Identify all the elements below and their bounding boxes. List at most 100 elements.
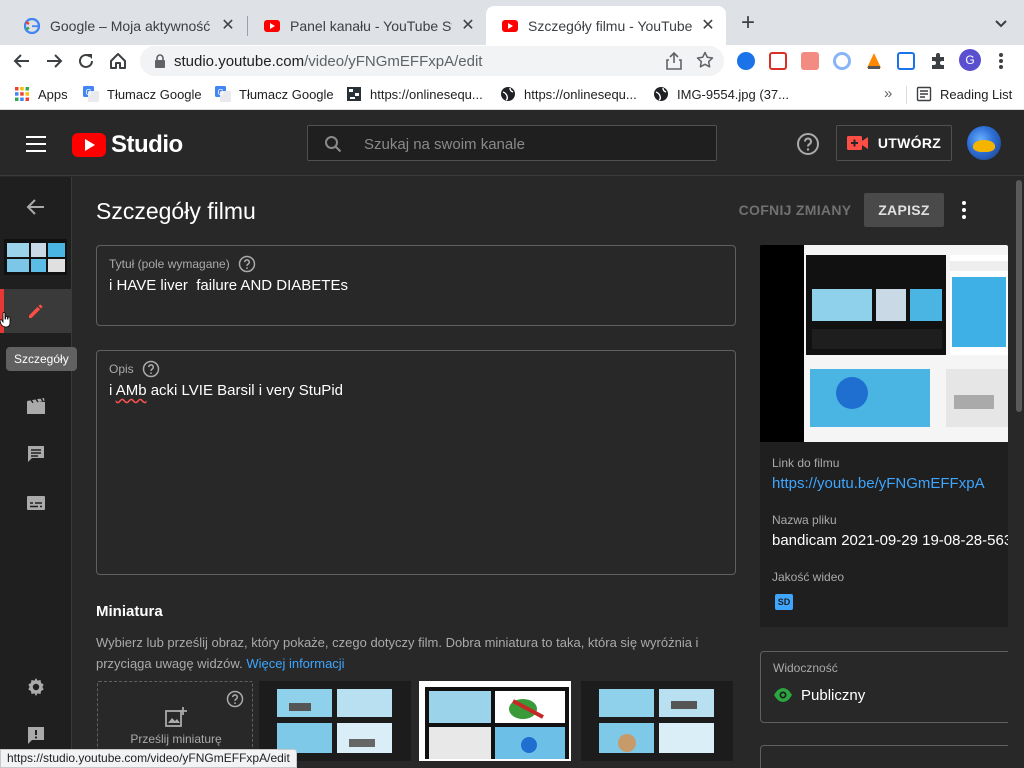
svg-text:G: G (86, 88, 92, 97)
close-tab-icon[interactable]: ✕ (460, 17, 476, 34)
svg-text:G: G (218, 88, 224, 97)
bookmark-translate-2[interactable]: G Tłumacz Google (215, 86, 334, 102)
help-icon[interactable] (238, 255, 256, 273)
hamburger-menu-icon[interactable] (24, 133, 48, 155)
thumbnail-option[interactable] (581, 681, 733, 761)
next-settings-card[interactable] (760, 745, 1008, 768)
scrollbar-thumb[interactable] (1016, 180, 1022, 412)
extension-globe-icon[interactable] (737, 52, 755, 70)
tab-title: Google – Moja aktywność (50, 17, 211, 34)
learn-more-link[interactable]: Więcej informacji (246, 656, 344, 671)
more-vert-icon[interactable] (996, 51, 1006, 71)
more-vert-icon[interactable] (952, 198, 976, 222)
close-tab-icon[interactable]: ✕ (700, 17, 716, 34)
channel-avatar[interactable] (967, 126, 1001, 160)
film-clapper-icon (27, 397, 45, 414)
youtube-icon (264, 19, 280, 32)
video-player[interactable] (760, 245, 1008, 442)
video-thumbnail-mini[interactable] (4, 239, 67, 275)
profile-avatar[interactable]: G (959, 49, 981, 71)
reload-button[interactable] (74, 49, 98, 73)
browser-tab-strip: Google – Moja aktywność ✕ Panel kanału -… (0, 0, 1024, 45)
save-button[interactable]: ZAPISZ (864, 193, 944, 227)
bookmark-onlinesequencer-2[interactable]: https://onlinesequ... (500, 86, 637, 102)
search-input[interactable] (364, 134, 704, 154)
sidebar-item-subtitles[interactable] (0, 481, 72, 525)
sd-quality-badge: SD (775, 594, 793, 610)
google-translate-icon: G (83, 86, 99, 102)
title-field[interactable]: Tytuł (pole wymagane) i HAVE liver failu… (96, 245, 736, 326)
browser-tab-channel-dashboard[interactable]: Panel kanału - YouTube Studio ✕ (248, 6, 486, 45)
visibility-value: Publiczny (801, 687, 866, 704)
address-bar[interactable]: studio.youtube.com/video/yFNGmEFFxpA/edi… (140, 46, 724, 76)
page-scrollbar[interactable] (1014, 177, 1024, 768)
back-button[interactable] (10, 49, 34, 73)
bookmark-translate-1[interactable]: G Tłumacz Google (83, 86, 202, 102)
bookmark-apps[interactable]: Apps (14, 86, 68, 102)
help-icon[interactable] (796, 132, 820, 156)
extension-vlc-icon[interactable] (865, 52, 883, 70)
desc-text-part: acki LVIE Barsil i very StuPid (146, 382, 343, 399)
sidebar-item-settings[interactable] (0, 665, 72, 709)
help-icon[interactable] (226, 690, 244, 708)
extension-circle-icon[interactable] (833, 52, 851, 70)
chevron-down-icon[interactable] (990, 14, 1012, 34)
logo-text: Studio (111, 131, 183, 158)
new-tab-button[interactable]: + (736, 11, 760, 36)
lock-icon[interactable] (154, 54, 166, 68)
visibility-card[interactable]: Widoczność Publiczny (760, 651, 1008, 723)
left-sidebar (0, 177, 72, 768)
home-icon (110, 53, 126, 69)
video-link[interactable]: https://youtu.be/yFNGmEFFxpA (772, 475, 985, 492)
video-preview-card: Link do filmu https://youtu.be/yFNGmEFFx… (760, 245, 1008, 627)
reading-list-icon (916, 86, 932, 102)
share-icon[interactable] (666, 52, 682, 70)
forward-button[interactable] (42, 49, 66, 73)
browser-tab-video-details[interactable]: Szczegóły filmu - YouTube Studio ✕ (486, 6, 726, 45)
sidebar-item-editor[interactable] (0, 384, 72, 428)
reading-list-button[interactable]: Reading List (916, 86, 1012, 102)
video-quality-label: Jakość wideo (772, 570, 845, 584)
subtitles-icon (27, 496, 45, 510)
globe-icon (654, 87, 668, 101)
extension-screenshot-icon[interactable] (769, 52, 787, 70)
extension-cast-icon[interactable] (897, 52, 915, 70)
puzzle-icon[interactable] (929, 52, 947, 70)
reading-list-label: Reading List (940, 86, 1013, 102)
title-value[interactable]: i HAVE liver failure AND DIABETEs (109, 277, 348, 294)
pencil-icon (29, 304, 43, 318)
description-label-text: Opis (109, 362, 134, 376)
video-frame-mini-icon (4, 239, 67, 275)
thumbnail-section-title: Miniatura (96, 603, 163, 620)
home-button[interactable] (106, 49, 130, 73)
description-field[interactable]: Opis i AMb acki LVIE Barsil i very StuPi… (96, 350, 736, 575)
google-icon (24, 17, 40, 34)
undo-changes-button[interactable]: COFNIJ ZMIANY (734, 193, 856, 227)
extension-arrow-icon[interactable] (801, 52, 819, 70)
feedback-icon (28, 727, 44, 744)
sidebar-item-comments[interactable] (0, 432, 72, 476)
bookmark-onlinesequencer-1[interactable]: https://onlinesequ... (346, 86, 483, 102)
address-url: studio.youtube.com/video/yFNGmEFFxpA/edi… (174, 53, 482, 70)
bookmark-star-icon[interactable] (696, 51, 714, 69)
close-tab-icon[interactable]: ✕ (220, 17, 236, 34)
back-to-channel-button[interactable] (0, 185, 72, 229)
browser-tab-google-activity[interactable]: Google – Moja aktywność ✕ (8, 6, 246, 45)
url-host: studio.youtube.com (174, 53, 305, 70)
create-label: UTWÓRZ (877, 135, 942, 151)
bookmarks-divider (906, 86, 907, 104)
help-icon[interactable] (142, 360, 160, 378)
youtube-studio-logo[interactable]: Studio (72, 131, 183, 159)
url-path: /video/yFNGmEFFxpA/edit (304, 53, 483, 70)
thumbnail-option-selected[interactable] (419, 681, 571, 761)
bookmark-img-9554[interactable]: IMG-9554.jpg (37... (653, 86, 789, 102)
more-bookmarks-button[interactable]: » (884, 85, 892, 102)
channel-search[interactable] (307, 125, 717, 161)
bookmark-label: https://onlinesequ... (370, 86, 483, 102)
misspelled-word: AMb (115, 382, 147, 399)
arrow-left-icon (26, 199, 44, 215)
youtube-icon (502, 19, 518, 32)
description-value[interactable]: i AMb acki LVIE Barsil i very StuPid (109, 382, 343, 399)
create-button[interactable]: UTWÓRZ (836, 125, 952, 161)
filename-value: bandicam 2021-09-29 19-08-28-563 (772, 532, 1008, 549)
